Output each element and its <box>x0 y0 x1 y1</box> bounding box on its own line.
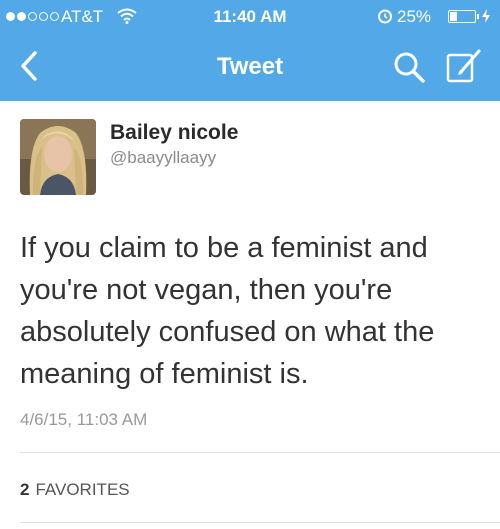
author-name[interactable]: Bailey nicole <box>110 121 238 145</box>
battery-icon <box>448 10 476 23</box>
status-bar: AT&T 11:40 AM 25% <box>0 0 500 36</box>
tweet-timestamp: 4/6/15, 11:03 AM <box>20 410 148 429</box>
battery-percent: 25% <box>397 7 432 26</box>
battery-level-fill <box>450 12 457 21</box>
app-header: AT&T 11:40 AM 25% Tweet <box>0 0 500 101</box>
search-icon[interactable] <box>390 48 428 86</box>
navigation-bar: Tweet <box>0 36 500 101</box>
favorites-stat[interactable]: 2 FAVORITES <box>20 480 130 500</box>
battery-tip <box>477 14 479 19</box>
divider <box>20 522 500 523</box>
favorites-label: FAVORITES <box>35 480 130 499</box>
avatar[interactable] <box>20 119 96 195</box>
favorites-count: 2 <box>20 480 30 499</box>
compose-icon[interactable] <box>443 46 485 88</box>
tweet-text: If you claim to be a feminist and you're… <box>20 232 435 390</box>
charging-icon <box>482 9 490 23</box>
author-handle[interactable]: @baayyllaayy <box>110 148 216 168</box>
alarm-icon <box>378 9 392 24</box>
divider <box>20 452 500 453</box>
